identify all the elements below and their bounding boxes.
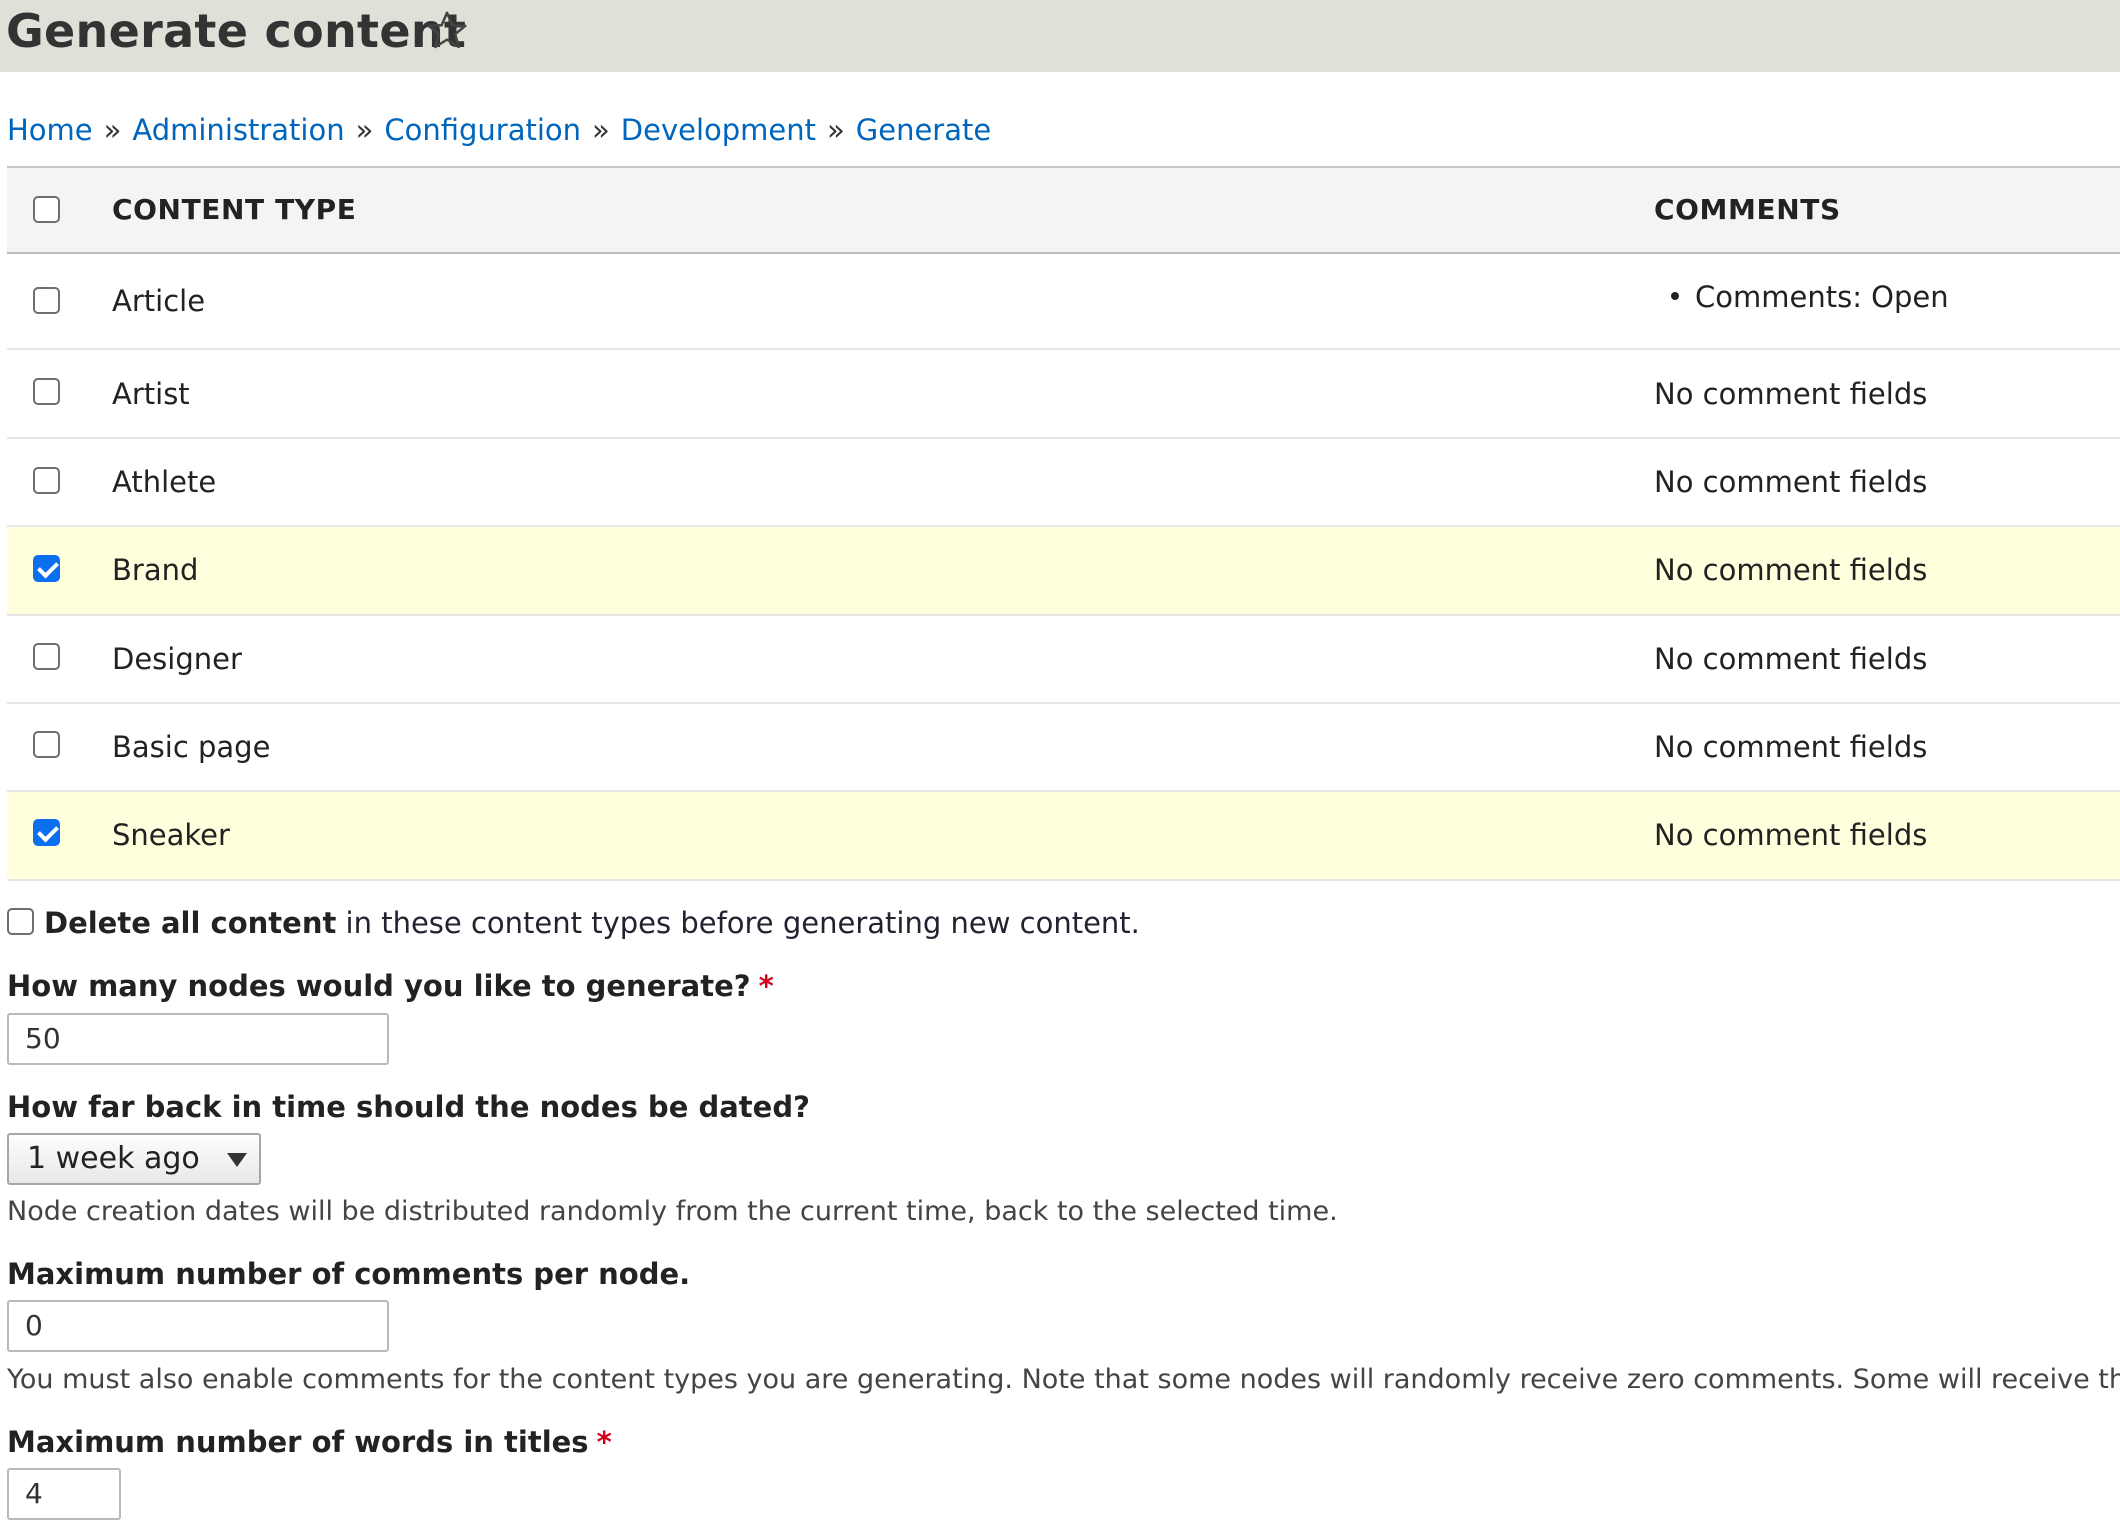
max-comments-label: Maximum number of comments per node. bbox=[7, 1257, 691, 1291]
delete-all-content-label[interactable]: Delete all content in these content type… bbox=[44, 906, 1140, 940]
comments-status: No comment fields bbox=[1654, 377, 1928, 411]
table-row: Article Comments: Open bbox=[7, 254, 2120, 350]
time-range-selected: 1 week ago bbox=[27, 1141, 200, 1176]
comments-status: Comments: Open bbox=[1671, 280, 1949, 314]
comments-status: No comment fields bbox=[1654, 553, 1928, 587]
required-marker: * bbox=[758, 969, 774, 1003]
breadcrumb-home[interactable]: Home bbox=[7, 113, 93, 147]
breadcrumb-configuration[interactable]: Configuration bbox=[384, 113, 581, 147]
content-type-name: Designer bbox=[112, 642, 242, 676]
max-comments-description: You must also enable comments for the co… bbox=[7, 1364, 2120, 1395]
comments-status: No comment fields bbox=[1654, 818, 1928, 852]
breadcrumb-generate[interactable]: Generate bbox=[856, 113, 991, 147]
content-type-name: Sneaker bbox=[112, 818, 230, 852]
table-row: Athlete No comment fields bbox=[7, 439, 2120, 527]
time-range-description: Node creation dates will be distributed … bbox=[7, 1196, 1338, 1227]
breadcrumb-development[interactable]: Development bbox=[621, 113, 816, 147]
table-row: Designer No comment fields bbox=[7, 616, 2120, 704]
table-row: Sneaker No comment fields bbox=[7, 792, 2120, 881]
row-checkbox-basic-page[interactable] bbox=[33, 731, 60, 758]
bullet-icon bbox=[1671, 292, 1679, 300]
page-header: Generate content bbox=[0, 0, 2120, 72]
comments-status: No comment fields bbox=[1654, 642, 1928, 676]
num-nodes-input[interactable]: 50 bbox=[7, 1013, 389, 1065]
title-words-input[interactable]: 4 bbox=[7, 1468, 121, 1520]
table-row: Basic page No comment fields bbox=[7, 704, 2120, 792]
content-type-name: Athlete bbox=[112, 465, 217, 499]
row-checkbox-article[interactable] bbox=[33, 287, 60, 314]
content-type-name: Basic page bbox=[112, 730, 271, 764]
content-type-name: Brand bbox=[112, 553, 199, 587]
num-nodes-label: How many nodes would you like to generat… bbox=[7, 969, 774, 1003]
row-checkbox-brand[interactable] bbox=[33, 555, 60, 582]
column-header-content-type: CONTENT TYPE bbox=[112, 193, 357, 226]
time-range-label: How far back in time should the nodes be… bbox=[7, 1090, 810, 1124]
column-header-comments: COMMENTS bbox=[1654, 193, 1841, 226]
breadcrumb-separator: » bbox=[103, 113, 122, 147]
table-row: Brand No comment fields bbox=[7, 527, 2120, 616]
content-type-name: Article bbox=[112, 284, 206, 318]
table-row: Artist No comment fields bbox=[7, 350, 2120, 439]
dropdown-arrow-icon bbox=[227, 1153, 247, 1167]
comments-status: No comment fields bbox=[1654, 465, 1928, 499]
title-words-label: Maximum number of words in titles * bbox=[7, 1425, 612, 1459]
required-marker: * bbox=[596, 1425, 612, 1459]
max-comments-input[interactable]: 0 bbox=[7, 1300, 389, 1352]
row-checkbox-artist[interactable] bbox=[33, 378, 60, 405]
page-title: Generate content bbox=[6, 4, 467, 58]
row-checkbox-athlete[interactable] bbox=[33, 467, 60, 494]
row-checkbox-designer[interactable] bbox=[33, 643, 60, 670]
row-checkbox-sneaker[interactable] bbox=[33, 819, 60, 846]
comments-status: No comment fields bbox=[1654, 730, 1928, 764]
breadcrumb-separator: » bbox=[355, 113, 374, 147]
delete-all-content-checkbox[interactable] bbox=[7, 908, 34, 935]
breadcrumb-administration[interactable]: Administration bbox=[132, 113, 344, 147]
breadcrumb: Home » Administration » Configuration » Develo… bbox=[7, 108, 991, 152]
star-icon[interactable] bbox=[424, 8, 470, 54]
content-type-name: Artist bbox=[112, 377, 190, 411]
time-range-select[interactable]: 1 week ago bbox=[7, 1133, 261, 1185]
table-header: CONTENT TYPE COMMENTS bbox=[7, 166, 2120, 254]
breadcrumb-separator: » bbox=[592, 113, 610, 147]
breadcrumb-separator: » bbox=[827, 113, 845, 147]
select-all-checkbox[interactable] bbox=[33, 196, 60, 223]
